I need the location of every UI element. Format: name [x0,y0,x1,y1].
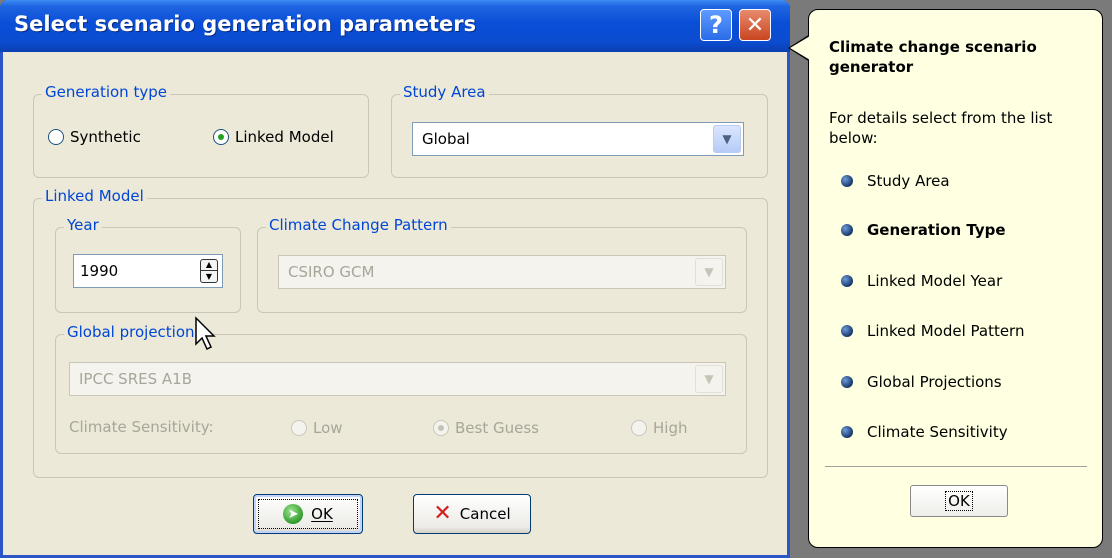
bullet-icon [841,426,853,438]
global-projections-value: IPCC SRES A1B [79,370,192,388]
radio-sensitivity-low[interactable]: Low [291,419,343,437]
mouse-cursor-icon [195,316,216,351]
help-item-label: Linked Model Pattern [867,322,1025,340]
radio-high-dot[interactable] [631,420,647,436]
help-item-climate-sensitivity[interactable]: Climate Sensitivity [841,423,1008,441]
cancel-x-icon: ✕ [433,501,452,526]
global-projections-legend: Global projections [64,323,206,341]
generation-type-legend: Generation type [42,83,170,101]
help-item-study-area[interactable]: Study Area [841,172,950,190]
help-balloon: Climate change scenario generator For de… [808,9,1103,548]
radio-linked-model[interactable]: Linked Model [213,128,334,146]
balloon-title: Climate change scenario generator [829,38,1037,76]
bullet-icon [841,376,853,388]
spin-down-icon[interactable]: ▼ [201,271,217,282]
help-item-linked-model-pattern[interactable]: Linked Model Pattern [841,322,1024,340]
help-item-generation-type[interactable]: Generation Type [841,221,1006,239]
balloon-separator [825,466,1087,467]
year-value: 1990 [80,262,119,280]
balloon-ok-label: OK [945,491,973,511]
dialog-title: Select scenario generation parameters [14,12,477,36]
climate-sensitivity-label: Climate Sensitivity: [69,418,214,436]
bullet-icon [841,275,853,287]
global-projections-select[interactable]: IPCC SRES A1B ▼ [69,362,726,396]
ok-button-label: OK [311,505,333,523]
radio-synthetic[interactable]: Synthetic [48,128,141,146]
bullet-icon [841,224,853,236]
radio-synthetic-label: Synthetic [70,128,141,146]
study-area-select[interactable]: Global ▼ [412,122,744,156]
study-area-legend: Study Area [400,83,489,101]
help-item-label: Study Area [867,172,950,190]
scenario-dialog: Select scenario generation parameters ? … [0,0,790,558]
balloon-tail-inner [790,36,810,60]
help-item-label: Generation Type [867,221,1006,239]
year-spin-buttons[interactable]: ▲ ▼ [200,259,218,283]
balloon-description: For details select from the list below: [829,109,1053,147]
close-icon: ✕ [745,12,765,38]
ok-check-icon: ➤ [283,504,304,524]
ok-button[interactable]: ➤ OK [253,494,363,534]
help-item-linked-model-year[interactable]: Linked Model Year [841,272,1002,290]
radio-high-label: High [653,419,688,437]
help-item-global-projections[interactable]: Global Projections [841,373,1002,391]
balloon-ok-button[interactable]: OK [910,485,1008,517]
radio-synthetic-dot[interactable] [48,129,64,145]
radio-linked-model-dot[interactable] [213,129,229,145]
year-spinner[interactable]: 1990 ▲ ▼ [73,254,223,288]
chevron-down-icon[interactable]: ▼ [695,258,723,286]
radio-low-label: Low [313,419,343,437]
help-icon: ? [709,11,723,39]
cancel-button[interactable]: ✕ Cancel [413,494,531,534]
study-area-value: Global [422,130,470,148]
bullet-icon [841,325,853,337]
radio-low-dot[interactable] [291,420,307,436]
chevron-down-icon[interactable]: ▼ [695,365,723,393]
pattern-legend: Climate Change Pattern [266,216,451,234]
pattern-value: CSIRO GCM [288,263,375,281]
help-button[interactable]: ? [700,9,732,41]
year-legend: Year [64,216,102,234]
close-button[interactable]: ✕ [739,9,771,41]
help-item-label: Climate Sensitivity [867,423,1008,441]
bullet-icon [841,175,853,187]
linked-model-legend: Linked Model [42,187,147,205]
radio-best-guess-dot[interactable] [433,420,449,436]
help-item-label: Global Projections [867,373,1002,391]
title-bar: Select scenario generation parameters ? … [0,0,790,52]
chevron-down-icon[interactable]: ▼ [713,125,741,153]
radio-linked-model-label: Linked Model [235,128,334,146]
pattern-select[interactable]: CSIRO GCM ▼ [278,255,726,289]
help-item-label: Linked Model Year [867,272,1003,290]
cancel-button-label: Cancel [459,505,511,523]
radio-sensitivity-high[interactable]: High [631,419,687,437]
radio-best-guess-label: Best Guess [455,419,539,437]
radio-sensitivity-best-guess[interactable]: Best Guess [433,419,539,437]
spin-up-icon[interactable]: ▲ [201,260,217,271]
